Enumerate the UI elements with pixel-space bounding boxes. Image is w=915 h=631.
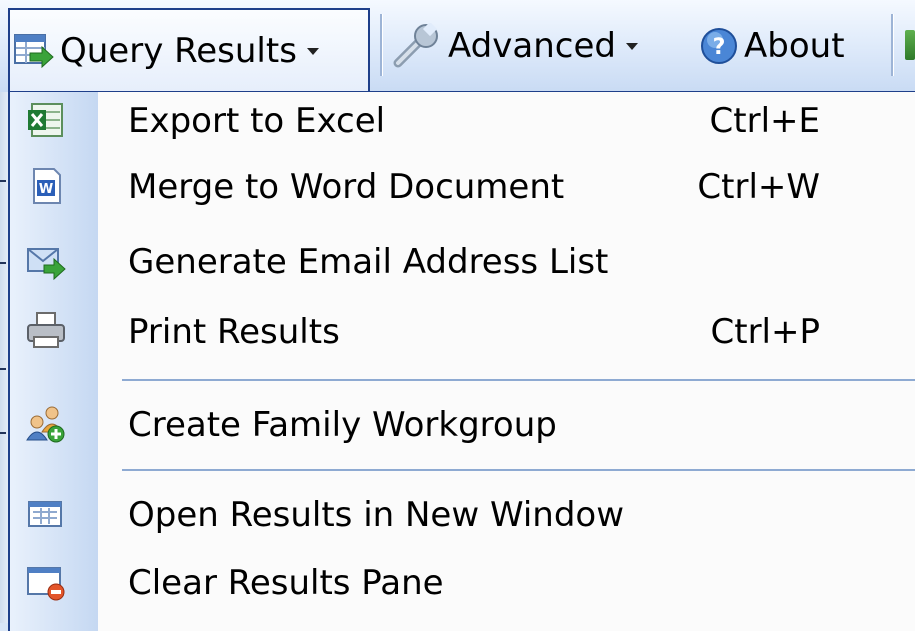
help-circle-icon: ?: [700, 27, 738, 65]
menu-item-shortcut: [10, 482, 820, 548]
background-mark: [0, 262, 6, 264]
about-button[interactable]: ? About: [700, 0, 845, 92]
menu-item-open-in-new-window[interactable]: Open Results in New Window: [10, 482, 915, 548]
menu-item-create-family-workgroup[interactable]: Create Family Workgroup: [10, 392, 915, 458]
menu-separator: [122, 469, 915, 471]
menu-item-shortcut: Ctrl+E: [709, 101, 820, 141]
about-label: About: [744, 26, 845, 66]
background-mark: [0, 368, 6, 370]
menu-item-shortcut: [10, 392, 820, 458]
menu-item-shortcut: [10, 550, 820, 616]
menu-item-print-results[interactable]: Print Results Ctrl+P: [10, 299, 915, 365]
menu-item-shortcut: [10, 229, 820, 295]
chevron-down-icon: [625, 42, 638, 50]
background-mark: [0, 180, 6, 182]
grid-arrow-icon: [14, 33, 54, 69]
query-results-label: Query Results: [60, 31, 297, 71]
svg-text:?: ?: [713, 35, 726, 60]
chevron-down-icon: [306, 47, 319, 55]
menu-item-clear-results-pane[interactable]: Clear Results Pane: [10, 550, 915, 616]
wrench-icon: [392, 23, 442, 69]
advanced-menu-button[interactable]: Advanced: [392, 0, 638, 92]
advanced-label: Advanced: [448, 26, 616, 66]
background-mark: [0, 432, 6, 434]
toolbar-next-icon[interactable]: [905, 30, 915, 60]
menu-separator: [122, 379, 915, 381]
toolbar: Query Results Advanced ? About: [0, 0, 915, 92]
menu-item-export-to-excel[interactable]: Export to Excel Ctrl+E: [10, 88, 915, 154]
toolbar-separator: [380, 14, 382, 76]
menu-item-shortcut: Ctrl+P: [710, 312, 821, 352]
toolbar-separator: [891, 14, 893, 76]
menu-item-merge-to-word[interactable]: W Merge to Word Document Ctrl+W: [10, 154, 915, 220]
query-results-menu-button[interactable]: Query Results: [8, 8, 370, 92]
menu-item-shortcut: Ctrl+W: [697, 167, 820, 207]
query-results-dropdown-menu: Export to Excel Ctrl+E W Merge to Word D…: [8, 91, 915, 631]
menu-item-generate-email-list[interactable]: Generate Email Address List: [10, 229, 915, 295]
